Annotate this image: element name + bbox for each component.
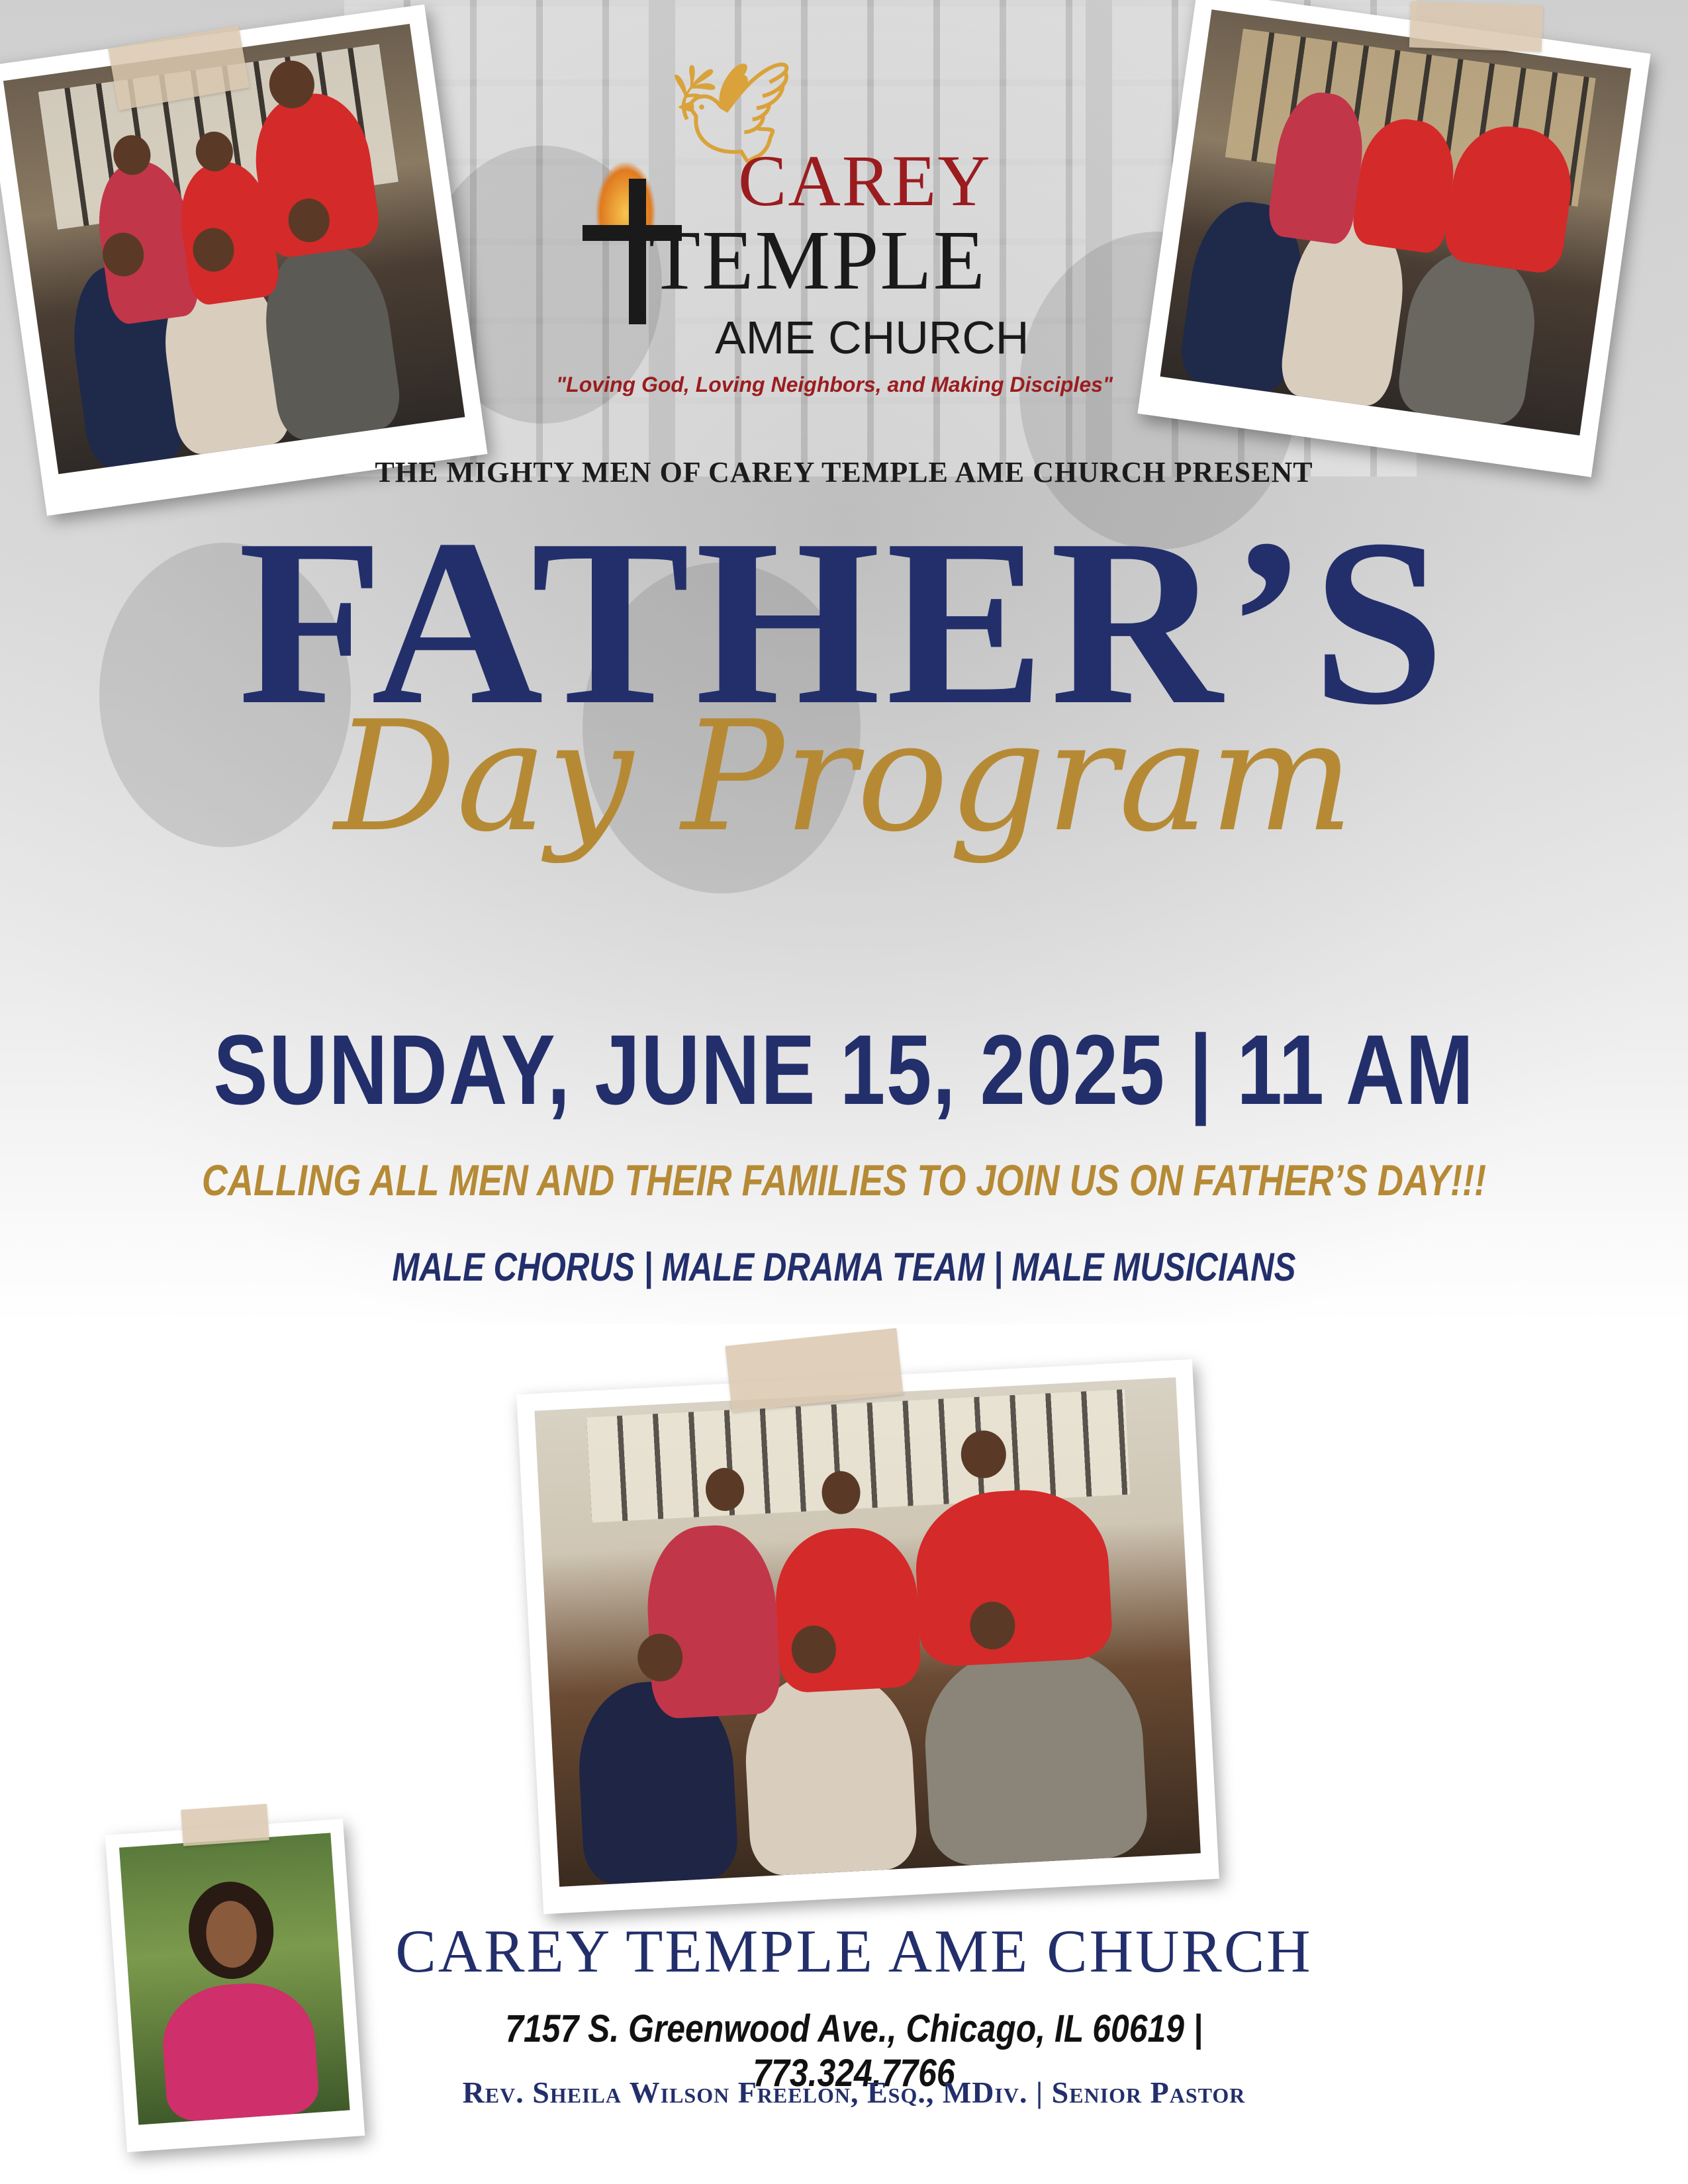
event-groups: MALE CHORUS | MALE DRAMA TEAM | MALE MUS… bbox=[392, 1245, 1296, 1289]
event-date-time: SUNDAY, JUNE 15, 2025 | 11 AM bbox=[213, 1014, 1475, 1125]
presenter-line: THE MIGHTY MEN OF CAREY TEMPLE AME CHURC… bbox=[375, 456, 1313, 488]
logo-line-ame-church: AME CHURCH bbox=[715, 312, 1029, 363]
logo-line-carey: CAREY bbox=[738, 140, 992, 221]
title-day-program: Day Program bbox=[334, 689, 1354, 866]
event-invitation: CALLING ALL MEN AND THEIR FAMILIES TO JO… bbox=[201, 1156, 1487, 1205]
group-photo-image bbox=[534, 1377, 1201, 1887]
group-photo-image bbox=[1160, 9, 1632, 435]
group-photo-image bbox=[3, 23, 465, 475]
church-logo: 🕊 CAREY TEMPLE AME CHURCH "Loving God, L… bbox=[556, 63, 1113, 407]
logo-tagline: "Loving God, Loving Neighbors, and Makin… bbox=[556, 373, 1113, 396]
pastor-photo-image bbox=[119, 1833, 350, 2125]
footer-pastor: Rev. Sheila Wilson Freelon, Esq., MDiv. … bbox=[462, 2075, 1246, 2109]
group-photo-center bbox=[516, 1359, 1219, 1915]
tape-strip bbox=[1409, 1, 1544, 52]
pastor-photo bbox=[105, 1819, 365, 2152]
group-photo-top-right bbox=[1137, 0, 1651, 478]
cross-icon bbox=[629, 179, 646, 324]
logo-line-temple: TEMPLE bbox=[649, 213, 986, 307]
flame-icon bbox=[596, 162, 655, 235]
footer-church-name: CAREY TEMPLE AME CHURCH bbox=[395, 1917, 1313, 1985]
tape-strip bbox=[181, 1803, 269, 1846]
